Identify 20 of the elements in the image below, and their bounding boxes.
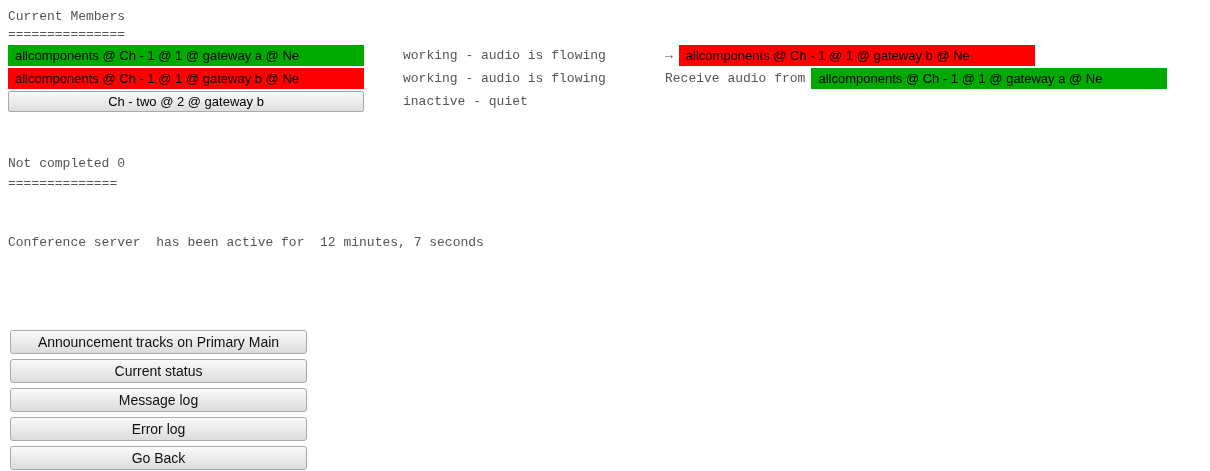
member-button[interactable]: allcomponents @ Ch - 1 @ 1 @ gateway b @ Ne [678,45,1035,66]
nav-button[interactable]: Announcement tracks on Primary Main [10,330,307,354]
link-label: → [665,48,673,63]
uptime-text: Conference server has been active for 12 minutes, 7 seconds [8,234,484,252]
member-status: inactive - quiet [403,94,529,109]
section-heading: Current Members [8,8,126,26]
nav-button[interactable]: Current status [10,359,307,383]
member-button[interactable]: allcomponents @ Ch - 1 @ 1 @ gateway b @ Ne [8,68,364,89]
member-button[interactable]: allcomponents @ Ch - 1 @ 1 @ gateway a @ Ne [8,45,364,66]
member-button[interactable]: allcomponents @ Ch - 1 @ 1 @ gateway a @ Ne [811,68,1168,89]
section-heading: Not completed 0 [8,155,126,173]
member-status: working - audio is flowing [403,71,607,86]
member-button[interactable]: Ch - two @ 2 @ gateway b [8,91,364,112]
heading-underline: =============== [8,26,126,44]
link-label: Receive audio from [665,71,806,86]
nav-button[interactable]: Go Back [10,446,307,470]
heading-underline: ============== [8,175,118,193]
nav-button[interactable]: Message log [10,388,307,412]
member-status: working - audio is flowing [403,48,607,63]
nav-button[interactable]: Error log [10,417,307,441]
